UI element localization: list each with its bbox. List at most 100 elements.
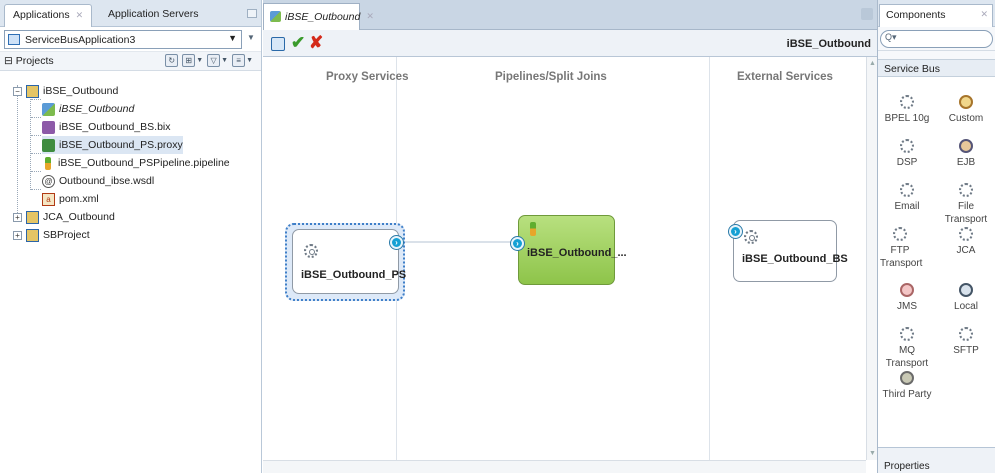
palette-item-label: DSP bbox=[896, 157, 918, 168]
proxy-service-icon bbox=[42, 138, 55, 152]
palette-category[interactable]: Service Bus bbox=[878, 59, 995, 77]
search-icon[interactable]: Q▾ bbox=[885, 32, 897, 43]
delete-icon[interactable]: ✘ bbox=[309, 33, 323, 53]
editor-tabs: iBSE_Outbound ✕ bbox=[263, 0, 877, 30]
application-selector-row: ServiceBusApplication3 ▼ ▼ bbox=[0, 27, 261, 52]
xml-file-icon: a bbox=[42, 192, 55, 206]
business-service-node[interactable]: iBSE_Outbound_BS bbox=[733, 220, 848, 282]
thirdparty-icon bbox=[900, 371, 914, 385]
tree-item-label: iBSE_Outbound bbox=[43, 85, 119, 97]
palette-item-label: MQ Transport bbox=[885, 345, 929, 369]
application-name: ServiceBusApplication3 bbox=[25, 34, 136, 46]
palette-item-file-transport[interactable]: File Transport bbox=[937, 183, 995, 226]
scroll-down-icon[interactable]: ▼ bbox=[869, 450, 876, 457]
overview-editor: iBSE_Outbound ✕ ✔ ✘ iBSE_Outbound Proxy … bbox=[263, 0, 877, 473]
palette-item-bpel[interactable]: BPEL 10g bbox=[878, 95, 936, 125]
palette-item-third-party[interactable]: Third Party bbox=[878, 371, 936, 401]
restore-icon[interactable] bbox=[861, 8, 873, 20]
tab-application-servers[interactable]: Application Servers bbox=[100, 4, 206, 27]
gear-icon bbox=[959, 327, 973, 341]
editor-title: iBSE_Outbound bbox=[786, 38, 871, 50]
tree-item-pipeline[interactable]: iBSE_Outbound_PSPipeline.pipeline bbox=[42, 154, 230, 172]
applications-navigator: Applications ✕ Application Servers Servic… bbox=[0, 0, 262, 473]
expand-icon[interactable]: + bbox=[13, 212, 22, 222]
tab-application-servers-label: Application Servers bbox=[108, 8, 199, 20]
tree-item-project[interactable]: + SBProject bbox=[13, 226, 90, 244]
application-dropdown[interactable]: ServiceBusApplication3 ▼ bbox=[4, 30, 242, 49]
business-service-name: iBSE_Outbound_BS bbox=[742, 253, 848, 265]
palette-item-label: Local bbox=[954, 301, 978, 312]
palette-item-ftp-transport[interactable]: FTP Transport bbox=[880, 227, 923, 270]
palette-item-jms[interactable]: JMS bbox=[878, 283, 936, 313]
expand-icon[interactable]: + bbox=[13, 230, 22, 240]
overview-icon bbox=[270, 11, 281, 22]
tree-item-pom[interactable]: a pom.xml bbox=[42, 190, 99, 208]
palette-item-dsp[interactable]: DSP bbox=[878, 139, 936, 169]
projects-label-text: Projects bbox=[15, 55, 54, 67]
tree-item-project[interactable]: − iBSE_Outbound bbox=[13, 82, 118, 100]
vertical-scrollbar[interactable]: ▲ ▼ bbox=[866, 57, 877, 460]
projects-label[interactable]: ⊟ Projects bbox=[4, 55, 54, 67]
overview-icon bbox=[42, 102, 55, 116]
validate-icon[interactable]: ✔ bbox=[291, 33, 305, 53]
scroll-up-icon[interactable]: ▲ bbox=[869, 60, 876, 67]
chevron-down-icon[interactable]: ▼ bbox=[228, 33, 237, 43]
local-icon bbox=[959, 283, 973, 297]
close-icon[interactable]: ✕ bbox=[980, 9, 988, 20]
chevron-down-icon[interactable]: ▼ bbox=[221, 57, 228, 67]
tree-item-project[interactable]: + JCA_Outbound bbox=[13, 208, 115, 226]
business-service-port[interactable]: › bbox=[729, 225, 742, 238]
tab-components[interactable]: Components ✕ bbox=[879, 4, 993, 27]
chevron-down-icon[interactable]: ▼ bbox=[196, 57, 203, 67]
working-sets-icon[interactable]: ⊞ bbox=[182, 54, 196, 67]
refresh-icon[interactable]: ↻ bbox=[165, 54, 179, 67]
tree-item-business-service[interactable]: iBSE_Outbound_BS.bix bbox=[42, 118, 171, 136]
gear-icon bbox=[304, 244, 318, 258]
palette-item-custom[interactable]: Custom bbox=[937, 95, 995, 125]
tab-ibse-outbound[interactable]: iBSE_Outbound ✕ bbox=[263, 3, 374, 30]
project-icon bbox=[26, 84, 39, 98]
filter-icon[interactable]: ▽ bbox=[207, 54, 221, 67]
sort-icon[interactable]: ≡ bbox=[232, 54, 246, 67]
horizontal-scrollbar[interactable] bbox=[263, 460, 866, 473]
properties-panel-header[interactable]: Properties bbox=[878, 447, 995, 473]
gear-icon bbox=[744, 230, 758, 244]
tree-item-label: iBSE_Outbound_PSPipeline.pipeline bbox=[58, 157, 230, 169]
palette-item-jca[interactable]: JCA bbox=[937, 227, 995, 257]
pipeline-node[interactable]: iBSE_Outbound_... bbox=[518, 215, 627, 285]
palette-item-ejb[interactable]: EJB bbox=[937, 139, 995, 169]
tree-item-label: Outbound_ibse.wsdl bbox=[59, 175, 155, 187]
tree-item-proxy-service[interactable]: iBSE_Outbound_PS.proxy bbox=[42, 136, 183, 154]
chevron-down-icon[interactable]: ▼ bbox=[246, 57, 253, 67]
proxy-service-node[interactable]: iBSE_Outbound_PS bbox=[292, 229, 406, 294]
palette-item-label: Custom bbox=[948, 113, 984, 124]
tree-item-overview[interactable]: iBSE_Outbound bbox=[42, 100, 134, 118]
project-tree: − iBSE_Outbound iBSE_Outbound iBSE_Outbo… bbox=[0, 72, 261, 473]
application-menu-icon[interactable]: ▼ bbox=[247, 33, 255, 42]
palette-item-label: JMS bbox=[897, 301, 917, 312]
tree-item-wsdl[interactable]: @ Outbound_ibse.wsdl bbox=[42, 172, 154, 190]
gear-icon bbox=[959, 183, 973, 197]
sync-icon[interactable] bbox=[271, 37, 285, 51]
palette-item-local[interactable]: Local bbox=[937, 283, 995, 313]
palette-item-mq-transport[interactable]: MQ Transport bbox=[878, 327, 936, 370]
tab-components-label: Components bbox=[886, 9, 946, 21]
collapse-icon[interactable]: − bbox=[13, 86, 22, 96]
column-header-pipelines: Pipelines/Split Joins bbox=[495, 71, 607, 83]
palette-item-sftp[interactable]: SFTP bbox=[937, 327, 995, 357]
palette-item-label: BPEL 10g bbox=[884, 113, 930, 124]
minimize-icon[interactable] bbox=[247, 9, 257, 18]
composite-canvas[interactable]: Proxy Services Pipelines/Split Joins Ext… bbox=[263, 57, 866, 460]
properties-label: Properties bbox=[884, 461, 930, 472]
close-icon[interactable]: ✕ bbox=[366, 11, 374, 22]
close-icon[interactable]: ✕ bbox=[76, 10, 84, 20]
column-divider bbox=[709, 57, 710, 460]
gear-icon bbox=[893, 227, 907, 241]
projects-toolbar: ↻ ⊞ ▼ ▽ ▼ ≡ ▼ bbox=[165, 54, 253, 67]
tree-item-label: SBProject bbox=[43, 229, 90, 241]
tab-applications[interactable]: Applications ✕ bbox=[4, 4, 93, 27]
proxy-service-port[interactable]: › bbox=[390, 236, 403, 249]
palette-item-email[interactable]: Email bbox=[878, 183, 936, 213]
pipeline-port[interactable]: › bbox=[511, 237, 524, 250]
palette-item-label: FTP Transport bbox=[880, 245, 923, 269]
